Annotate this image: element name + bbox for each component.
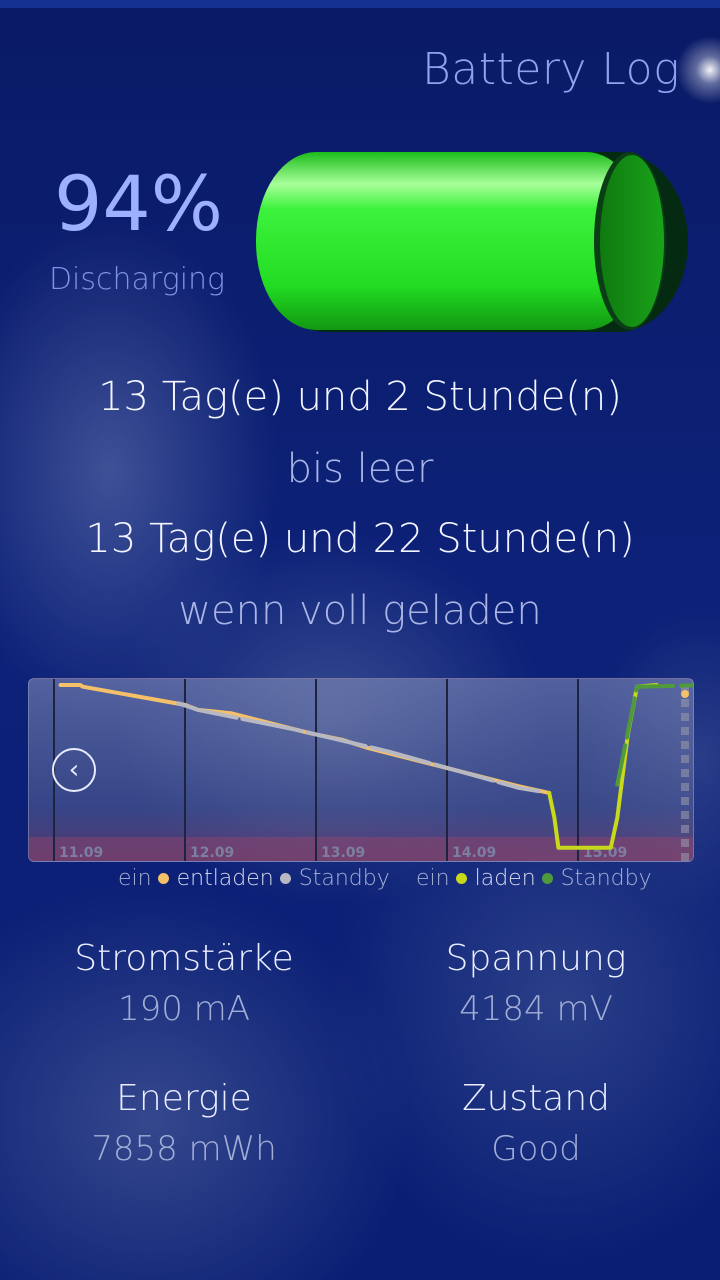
stat-energy: Energie 7858 mWh bbox=[34, 1078, 334, 1169]
legend-label-standby: Standby bbox=[298, 866, 390, 891]
chart-scale-mark bbox=[681, 741, 689, 749]
chart-scale-mark bbox=[681, 783, 689, 791]
stat-health-value: Good bbox=[491, 1129, 581, 1169]
stat-energy-label: Energie bbox=[116, 1078, 252, 1119]
stat-health: Zustand Good bbox=[386, 1078, 686, 1169]
stat-voltage: Spannung 4184 mV bbox=[386, 938, 686, 1029]
chart-x-tick-label: 13.09 bbox=[321, 845, 365, 861]
battery-status: Discharging bbox=[48, 262, 226, 297]
battery-chart[interactable]: 11.09 12.09 13.09 14.09 15.09 bbox=[28, 678, 694, 862]
chart-back-button[interactable]: ‹ bbox=[52, 748, 96, 792]
legend-label-entladen: entladen bbox=[176, 866, 274, 891]
stat-health-label: Zustand bbox=[461, 1078, 611, 1119]
battery-percent: 94% bbox=[54, 159, 223, 248]
stat-current-label: Stromstärke bbox=[74, 938, 294, 979]
chart-scale-mark bbox=[681, 825, 689, 833]
chart-scale-mark bbox=[681, 811, 689, 819]
chart-scale-mark bbox=[681, 699, 689, 707]
legend-dot-standby bbox=[279, 873, 291, 884]
legend-left-on: ein bbox=[118, 866, 152, 891]
top-strip bbox=[0, 0, 720, 8]
time-to-empty-label: bis leer bbox=[286, 446, 434, 492]
stat-current: Stromstärke 190 mA bbox=[34, 938, 334, 1029]
chart-scale-mark bbox=[681, 797, 689, 805]
legend-dot-laden bbox=[455, 873, 467, 884]
page-title: Battery Log bbox=[421, 44, 680, 95]
battery-icon bbox=[256, 152, 688, 332]
legend-dot-standby-charge bbox=[541, 873, 553, 884]
legend-label-laden: laden bbox=[474, 866, 536, 891]
stat-voltage-value: 4184 mV bbox=[459, 989, 613, 1029]
time-to-empty: 13 Tag(e) und 2 Stunde(n) bbox=[98, 374, 622, 420]
chart-scale-mark bbox=[681, 839, 689, 847]
time-full: 13 Tag(e) und 22 Stunde(n) bbox=[85, 516, 635, 562]
chart-scale-mark bbox=[681, 853, 689, 861]
chart-series-standby-1 bbox=[176, 701, 541, 794]
chart-scale-mark bbox=[681, 713, 689, 721]
chevron-left-icon: ‹ bbox=[68, 755, 80, 785]
legend-label-standby-charge: Standby bbox=[560, 866, 652, 891]
chart-current-marker bbox=[681, 690, 689, 698]
stat-current-value: 190 mA bbox=[117, 989, 251, 1029]
time-full-label: wenn voll geladen bbox=[178, 588, 542, 634]
chart-scale-mark bbox=[681, 755, 689, 763]
stat-voltage-label: Spannung bbox=[445, 938, 627, 979]
legend-dot-entladen bbox=[157, 873, 169, 884]
legend-right-on: ein bbox=[416, 866, 450, 891]
chart-series-laden-2 bbox=[547, 683, 659, 850]
legend-discharge: ein entladen Standby bbox=[118, 866, 390, 891]
chart-x-tick-label: 11.09 bbox=[59, 845, 103, 861]
chart-x-tick-label: 12.09 bbox=[190, 845, 234, 861]
chart-x-tick-label: 14.09 bbox=[452, 845, 496, 861]
chart-scale-mark bbox=[681, 727, 689, 735]
legend-charge: ein laden Standby bbox=[416, 866, 652, 891]
stat-energy-value: 7858 mWh bbox=[91, 1129, 277, 1169]
chart-scale-mark bbox=[681, 769, 689, 777]
